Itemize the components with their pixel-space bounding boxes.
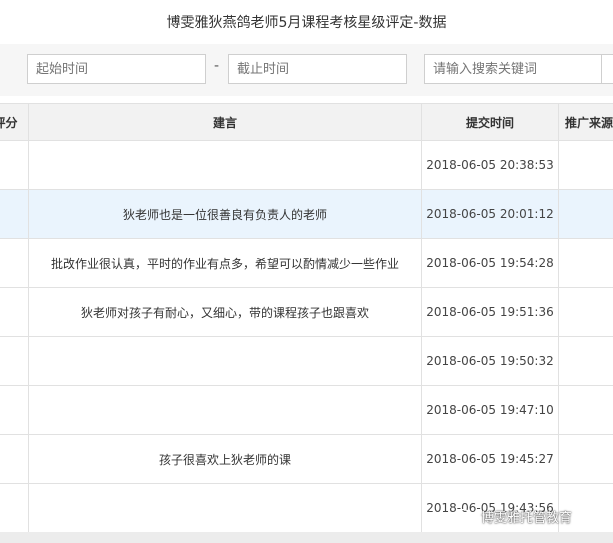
page-title: 博雯雅狄燕鸽老师5月课程考核星级评定-数据 [166,15,447,31]
time-cell: 2018-06-05 19:50:32 [421,336,559,386]
source-cell [558,434,613,484]
header-score[interactable]: 评分 [0,103,29,141]
score-cell [0,385,29,435]
time-cell: 2018-06-05 19:47:10 [421,385,559,435]
source-cell [558,287,613,337]
time-cell: 2018-06-05 19:45:27 [421,434,559,484]
header-submit-time[interactable]: 提交时间 [421,103,559,141]
suggestion-cell: 孩子很喜欢上狄老师的课 [28,434,422,484]
filter-bar: - [0,44,613,96]
start-time-input[interactable] [27,54,206,84]
score-cell [0,238,29,288]
score-cell [0,483,29,533]
suggestion-cell [28,483,422,533]
search-button-edge[interactable] [601,54,613,84]
table-row[interactable]: 2018-06-05 19:47:10 [0,385,613,435]
watermark: 博雯雅托管教育 [455,506,572,526]
suggestion-cell [28,385,422,435]
suggestion-cell: 狄老师也是一位很善良有负责人的老师 [28,189,422,239]
table-header-row: 评分 建言 提交时间 推广来源 [0,103,613,141]
source-cell [558,189,613,239]
table-row[interactable]: 2018-06-05 19:50:32 [0,336,613,386]
data-table: 评分 建言 提交时间 推广来源 2018-06-05 20:38:53 狄老师也… [0,103,613,533]
horizontal-scrollbar[interactable] [0,532,613,543]
source-cell [558,385,613,435]
suggestion-cell: 狄老师对孩子有耐心，又细心，带的课程孩子也跟喜欢 [28,287,422,337]
header-source[interactable]: 推广来源 [558,103,613,141]
time-cell: 2018-06-05 19:51:36 [421,287,559,337]
header-suggestion[interactable]: 建言 [28,103,422,141]
source-cell [558,140,613,190]
time-cell: 2018-06-05 20:38:53 [421,140,559,190]
suggestion-cell: 批改作业很认真，平时的作业有点多，希望可以酌情减少一些作业 [28,238,422,288]
end-time-input[interactable] [228,54,407,84]
table-row[interactable]: 2018-06-05 20:38:53 [0,140,613,190]
score-cell [0,336,29,386]
suggestion-cell [28,336,422,386]
watermark-text: 博雯雅托管教育 [481,510,573,526]
score-cell [0,434,29,484]
suggestion-cell [28,140,422,190]
time-cell: 2018-06-05 19:54:28 [421,238,559,288]
score-cell [0,140,29,190]
date-range-separator: - [214,58,220,74]
time-cell: 2018-06-05 20:01:12 [421,189,559,239]
score-cell [0,189,29,239]
search-input[interactable] [424,54,603,84]
table-row[interactable]: 狄老师也是一位很善良有负责人的老师 2018-06-05 20:01:12 [0,189,613,239]
source-cell [558,336,613,386]
score-cell [0,287,29,337]
table-row[interactable]: 孩子很喜欢上狄老师的课 2018-06-05 19:45:27 [0,434,613,484]
wechat-icon [455,509,477,523]
table-row[interactable]: 狄老师对孩子有耐心，又细心，带的课程孩子也跟喜欢 2018-06-05 19:5… [0,287,613,337]
table-row[interactable]: 批改作业很认真，平时的作业有点多，希望可以酌情减少一些作业 2018-06-05… [0,238,613,288]
source-cell [558,238,613,288]
